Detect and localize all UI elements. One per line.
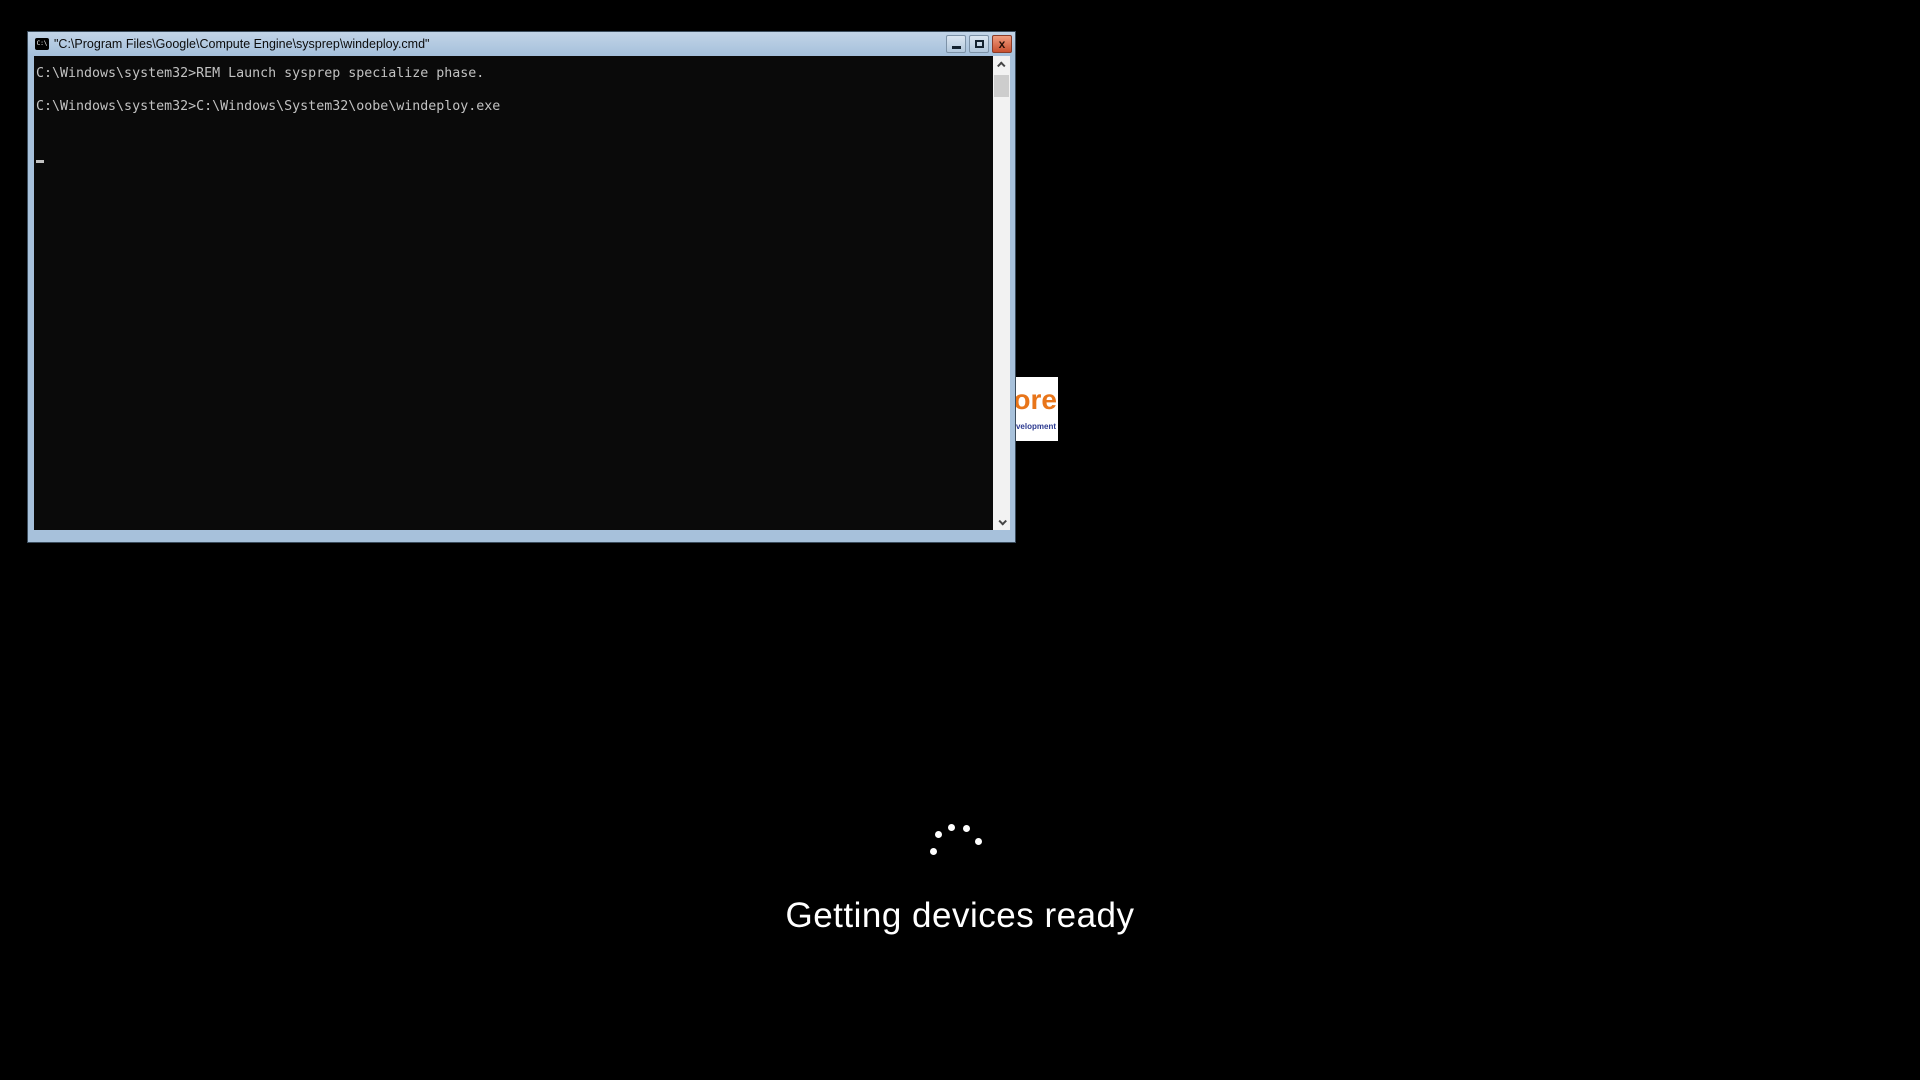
minimize-button[interactable]	[946, 35, 966, 53]
scroll-down-button[interactable]	[993, 513, 1010, 530]
console-output[interactable]: C:\Windows\system32>REM Launch sysprep s…	[34, 56, 993, 530]
background-window-logo-text: ore	[1016, 384, 1057, 415]
maximize-button[interactable]	[969, 35, 989, 53]
spinner-dot	[975, 838, 982, 845]
console-titlebar[interactable]: C:\ "C:\Program Files\Google\Compute Eng…	[28, 32, 1015, 56]
chevron-down-icon	[997, 516, 1007, 526]
console-line: C:\Windows\system32>C:\Windows\System32\…	[36, 99, 501, 114]
status-message: Getting devices ready	[785, 896, 1135, 935]
cmd-icon[interactable]: C:\	[35, 38, 49, 50]
close-button[interactable]: x	[992, 35, 1012, 53]
close-icon: x	[998, 37, 1006, 51]
vertical-scrollbar[interactable]	[993, 56, 1010, 530]
maximize-icon	[974, 40, 984, 48]
console-line: C:\Windows\system32>REM Launch sysprep s…	[36, 66, 485, 81]
scrollbar-thumb[interactable]	[994, 75, 1009, 97]
console-window: C:\ "C:\Program Files\Google\Compute Eng…	[27, 31, 1016, 543]
chevron-up-icon	[996, 60, 1006, 70]
scroll-up-button[interactable]	[993, 56, 1010, 73]
console-cursor-line	[36, 116, 993, 163]
minimize-icon	[951, 46, 961, 49]
window-controls: x	[946, 35, 1012, 53]
spinner-dot	[948, 824, 955, 831]
spinner-dot	[935, 831, 942, 838]
console-client-area: C:\Windows\system32>REM Launch sysprep s…	[34, 56, 1010, 530]
console-title: "C:\Program Files\Google\Compute Engine\…	[54, 37, 430, 51]
background-window-logo-subtext: velopment	[1016, 422, 1056, 431]
console-cursor	[36, 159, 44, 163]
background-window-fragment[interactable]: ore velopment	[1016, 377, 1058, 441]
spinner-dot	[963, 825, 970, 832]
spinner-dot	[930, 848, 937, 855]
